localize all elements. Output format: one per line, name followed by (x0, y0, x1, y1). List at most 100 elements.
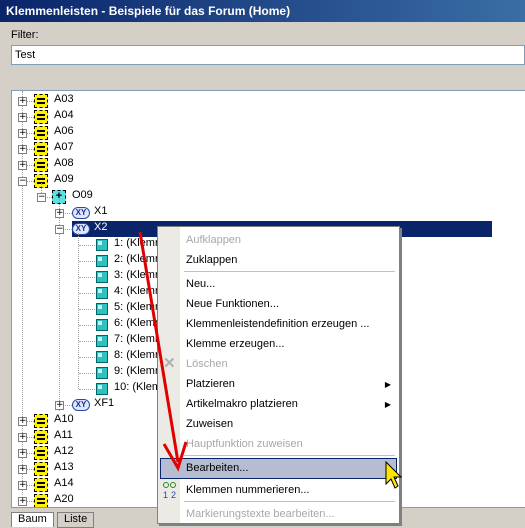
expand-toggle[interactable]: + (18, 481, 27, 490)
terminal-strip-icon (34, 126, 48, 140)
tree-item-a06[interactable]: A06 (54, 125, 74, 137)
tree-item-a07[interactable]: A07 (54, 141, 74, 153)
terminal-strip-icon (34, 94, 48, 108)
filter-label: Filter: (11, 29, 39, 41)
tree-item-a03[interactable]: A03 (54, 93, 74, 105)
menu-item-2[interactable]: Neu... (186, 275, 215, 293)
terminal-strip-icon (34, 478, 48, 492)
tree-branch-line (79, 293, 95, 294)
tree-item-a09[interactable]: A09 (54, 173, 74, 185)
tab-baum[interactable]: Baum (11, 512, 54, 527)
tree-item-xf1[interactable]: XF1 (94, 397, 114, 409)
tree-branch-line (79, 325, 95, 326)
expand-toggle[interactable]: + (18, 97, 27, 106)
tree-item-terminal[interactable]: 9: (Klemn (114, 365, 161, 377)
tree-item-x1[interactable]: X1 (94, 205, 107, 217)
tab-liste[interactable]: Liste (57, 512, 95, 528)
svg-text:2: 2 (171, 490, 176, 500)
menu-item-0: Aufklappen (186, 234, 242, 246)
tree-item-a10[interactable]: A10 (54, 413, 74, 425)
expand-toggle[interactable]: + (18, 161, 27, 170)
expand-toggle[interactable]: + (18, 465, 27, 474)
terminal-strip-icon (34, 494, 48, 507)
menu-separator (184, 455, 395, 456)
terminal-icon (96, 287, 108, 299)
svg-text:1: 1 (163, 490, 168, 500)
tree-item-x2[interactable]: X2 (94, 221, 107, 233)
menu-item-8[interactable]: Artikelmakro platzieren (186, 395, 298, 413)
menu-item-11[interactable]: Bearbeiten... (186, 459, 248, 477)
menu-item-1[interactable]: Zuklappen (186, 251, 237, 269)
menu-item-10: Hauptfunktion zuweisen (186, 438, 303, 450)
tree-item-terminal[interactable]: 2: (Klemn (114, 253, 161, 265)
tree-item-a12[interactable]: A12 (54, 445, 74, 457)
tree-item-o09[interactable]: O09 (72, 189, 93, 201)
tree-branch-line (79, 277, 95, 278)
expand-toggle[interactable]: + (55, 401, 64, 410)
tree-branch-line (79, 245, 95, 246)
tree-item-terminal[interactable]: 5: (Klemn (114, 301, 161, 313)
tree-item-a04[interactable]: A04 (54, 109, 74, 121)
tree-item-a14[interactable]: A14 (54, 477, 74, 489)
expand-toggle[interactable]: + (18, 145, 27, 154)
menu-item-13: Markierungstexte bearbeiten... (186, 508, 335, 520)
terminal-strip-icon (34, 158, 48, 172)
submenu-arrow-icon: ▶ (384, 400, 391, 409)
terminal-icon (96, 303, 108, 315)
expand-toggle[interactable]: + (55, 209, 64, 218)
tree-item-a13[interactable]: A13 (54, 461, 74, 473)
tree-branch-line (78, 233, 79, 389)
expand-toggle[interactable]: + (18, 113, 27, 122)
tree-item-terminal[interactable]: 1: (Klemn (114, 237, 161, 249)
expand-toggle[interactable]: + (18, 129, 27, 138)
tree-item-a08[interactable]: A08 (54, 157, 74, 169)
menu-item-12[interactable]: Klemmen nummerieren... (186, 481, 310, 499)
menu-item-3[interactable]: Neue Funktionen... (186, 295, 279, 313)
terminal-icon (96, 367, 108, 379)
filter-input[interactable] (11, 45, 525, 65)
expand-toggle[interactable]: + (18, 449, 27, 458)
delete-icon: ✕ (163, 355, 176, 372)
xy-icon: XY (72, 207, 90, 219)
xy-icon: XY (72, 223, 90, 235)
terminal-strip-icon (34, 142, 48, 156)
menu-item-7[interactable]: Platzieren (186, 375, 235, 393)
numbering-icon: 12 (162, 481, 178, 501)
menu-item-6: Löschen (186, 358, 228, 370)
tree-branch-line (79, 341, 95, 342)
expand-toggle[interactable]: + (18, 497, 27, 506)
tree-item-a20[interactable]: A20 (54, 493, 74, 505)
terminal-icon (96, 351, 108, 363)
terminal-strip-icon (34, 110, 48, 124)
terminal-icon (96, 319, 108, 331)
terminal-strip-icon (34, 446, 48, 460)
window-title: Klemmenleisten - Beispiele für das Forum… (0, 0, 525, 22)
tree-item-terminal[interactable]: 10: (Klem (114, 381, 161, 393)
menu-item-5[interactable]: Klemme erzeugen... (186, 335, 284, 353)
expand-toggle[interactable]: + (18, 433, 27, 442)
tree-item-terminal[interactable]: 3: (Klemn (114, 269, 161, 281)
tree-branch-line (79, 357, 95, 358)
submenu-arrow-icon: ▶ (384, 380, 391, 389)
terminal-icon (96, 255, 108, 267)
terminal-icon (96, 239, 108, 251)
terminal-strip-icon (34, 414, 48, 428)
tree-item-terminal[interactable]: 7: (Klemn (114, 333, 161, 345)
tree-branch-line (79, 309, 95, 310)
expand-toggle[interactable]: − (37, 193, 46, 202)
menu-separator (184, 271, 395, 272)
expand-toggle[interactable]: − (55, 225, 64, 234)
expand-toggle[interactable]: + (18, 417, 27, 426)
expand-toggle[interactable]: − (18, 177, 27, 186)
menu-item-4[interactable]: Klemmenleistendefinition erzeugen ... (186, 315, 369, 333)
tree-item-terminal[interactable]: 6: (Klemn (114, 317, 161, 329)
tree-item-a11[interactable]: A11 (54, 429, 73, 441)
tree-item-terminal[interactable]: 8: (Klemn (114, 349, 161, 361)
terminal-icon (96, 335, 108, 347)
tree-branch-line (79, 261, 95, 262)
menu-item-9[interactable]: Zuweisen (186, 415, 233, 433)
terminal-strip-icon (34, 430, 48, 444)
terminal-strip-icon (34, 462, 48, 476)
terminal-icon (96, 383, 108, 395)
tree-item-terminal[interactable]: 4: (Klemn (114, 285, 161, 297)
